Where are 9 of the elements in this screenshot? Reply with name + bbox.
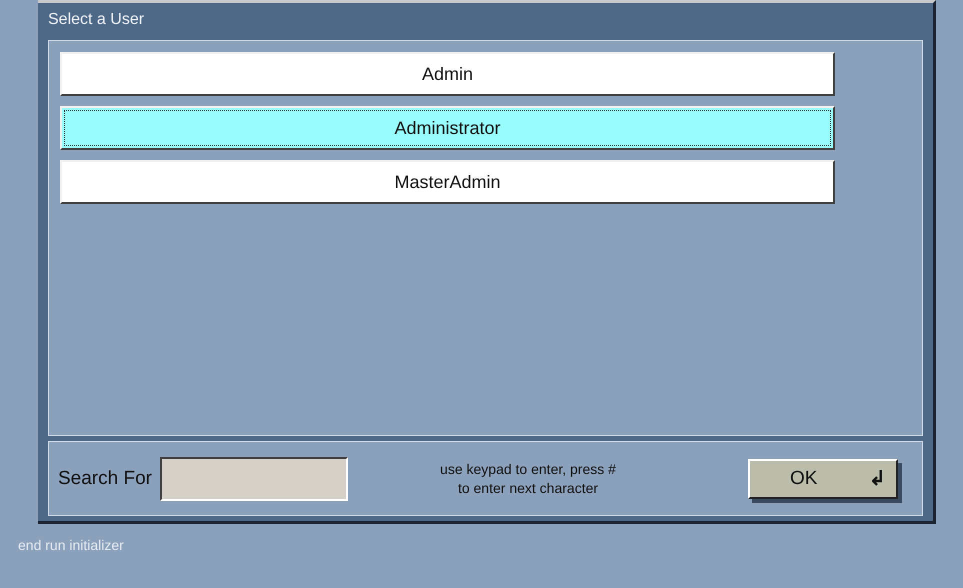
user-item[interactable]: Admin	[60, 52, 835, 96]
keypad-hint: use keypad to enter, press # to enter next character	[439, 460, 617, 498]
user-item[interactable]: Administrator	[60, 106, 835, 150]
enter-icon: ↲	[869, 466, 886, 491]
search-label: Search For	[58, 468, 152, 490]
status-text: end run initializer	[18, 537, 124, 553]
dialog-title: Select a User	[48, 10, 146, 30]
user-item[interactable]: MasterAdmin	[60, 160, 835, 204]
search-field[interactable]	[160, 456, 348, 500]
